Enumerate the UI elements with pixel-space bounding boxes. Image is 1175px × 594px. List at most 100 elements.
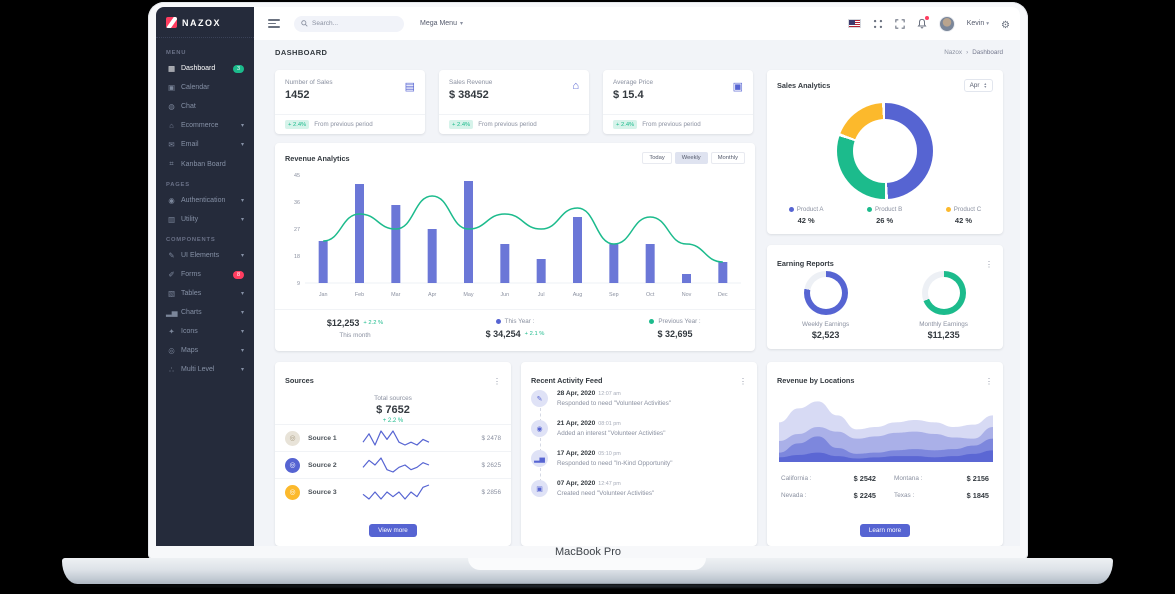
sidebar-item[interactable]: ⌂ Ecommerce ▾ [156,116,254,135]
legend-item: Product A 42 % [789,206,824,225]
sidebar-item-label: Kanban Board [181,161,244,168]
stat-value: $ 15.4 [613,89,743,101]
mini-cards: Number of Sales 1452 ▤ + 2.4% From previ… [275,70,753,134]
svg-text:Jun: Jun [500,292,509,298]
range-tab[interactable]: Today [642,152,671,164]
earning-value: $11,235 [919,330,968,340]
source-2-icon: ◎ [285,458,300,473]
source-name: Source 3 [308,489,360,496]
sidebar-item-label: Forms [181,271,233,278]
sidebar-item[interactable]: COMPONENTS [156,229,254,246]
source-row[interactable]: ◎ Source 3 $ 2856 [275,478,511,505]
source-row[interactable]: ◎ Source 1 $ 2478 [275,424,511,451]
macbook-mockup: NAZOX MENU ▦ Dashboard [0,0,1175,594]
location-stat: Montana : $ 2156 [894,474,989,483]
earning-gauges: Weekly Earnings $2,523 Monthly Earnings … [767,271,1003,340]
total-sources-label: Total sources [275,395,511,402]
location-stat: California : $ 2542 [781,474,876,483]
kebab-menu-icon[interactable] [985,371,993,389]
location-value: $ 2542 [854,474,876,483]
email-icon: ✉ [166,140,177,149]
briefcase-icon: ▣ [531,480,548,497]
sidebar-item[interactable]: ✐ Forms 8 [156,265,254,284]
sidebar-item[interactable]: ∴ Multi Level ▾ [156,360,254,379]
prev-year-dot [649,319,654,324]
fullscreen-icon[interactable] [895,19,905,29]
activity-text: Responded to need "In-Kind Opportunity" [557,460,749,467]
breadcrumb-root[interactable]: Nazox [944,49,962,56]
sidebar-item[interactable]: ◉ Authentication ▾ [156,191,254,210]
range-tab[interactable]: Monthly [711,152,745,164]
gear-icon[interactable] [1001,15,1010,33]
legend-label: Product B [875,206,902,213]
card-title: Sales Analytics [777,81,830,90]
revenue-stats: $12,253 + 2.2 % This month This Year : $… [275,309,755,351]
sidebar-item[interactable]: ▦ Dashboard 3 [156,59,254,78]
donut-legend: Product A 42 % Product B 26 % [767,206,1003,225]
main-content: DASHBOARD Nazox › Dashboard Number of Sa… [254,40,1020,546]
view-more-button[interactable]: View more [369,524,417,537]
earning-value: $2,523 [802,330,849,340]
this-year-dot [496,319,501,324]
sidebar-item[interactable]: MENU [156,42,254,59]
range-tab[interactable]: Weekly [675,152,708,164]
sidebar-item[interactable]: ✦ Icons ▾ [156,322,254,341]
multi-level-icon: ∴ [166,365,177,374]
macbook-notch [468,558,706,570]
learn-more-button[interactable]: Learn more [860,524,910,537]
stat-value: $ 38452 [449,89,579,101]
this-year-value: $ 34,254 [486,329,521,339]
sidebar-item[interactable]: ⌗ Kanban Board [156,154,254,174]
kebab-menu-icon[interactable] [493,371,501,389]
ui-elements-icon: ✎ [166,251,177,260]
stat-value: 1452 [285,89,415,101]
dashboard-app: NAZOX MENU ▦ Dashboard [156,7,1020,546]
kebab-menu-icon[interactable] [739,371,747,389]
hamburger-menu-icon[interactable] [268,19,280,28]
sidebar-item-label: Ecommerce [181,122,241,129]
activity-time: 12:07 am [598,391,620,397]
language-flag-icon[interactable] [848,19,861,28]
stack-icon: ▤ [405,80,415,93]
sidebar-item[interactable]: ◎ Maps ▾ [156,341,254,360]
source-row[interactable]: ◎ Source 2 $ 2625 [275,451,511,478]
earning-label: Monthly Earnings [919,321,968,328]
chevron-down-icon: ▾ [241,328,244,335]
sidebar-item[interactable]: ▣ Calendar [156,78,254,97]
sidebar-item-label: Tables [181,290,241,297]
sidebar-item[interactable]: ▧ Tables ▾ [156,284,254,303]
sidebar-item[interactable]: ▂▅ Charts ▾ [156,303,254,322]
notifications-bell-icon[interactable] [917,18,927,29]
stat-title: Sales Revenue [449,79,579,86]
period-select[interactable]: Apr ▲▼ [964,79,993,92]
stat-delta-badge: + 2.4% [449,120,473,129]
logo[interactable]: NAZOX [156,7,254,38]
sidebar-item[interactable]: ◍ Chat [156,97,254,116]
search-box[interactable] [294,16,404,32]
authentication-icon: ◉ [166,196,177,205]
sidebar-item[interactable]: ✎ UI Elements ▾ [156,246,254,265]
mega-menu-button[interactable]: Mega Menu [420,20,463,27]
chat-icon: ◍ [166,102,177,111]
avatar[interactable] [939,16,955,32]
sidebar-item[interactable]: ▥ Utility ▾ [156,210,254,229]
apps-grid-icon[interactable] [873,19,883,29]
earning-label: Weekly Earnings [802,321,849,328]
logo-text: NAZOX [182,18,221,28]
source-name: Source 1 [308,435,360,442]
sidebar-item[interactable]: PAGES [156,174,254,191]
activity-date: 17 Apr, 2020 [557,450,595,457]
sidebar-item[interactable]: ✉ Email ▾ [156,135,254,154]
user-menu[interactable]: Kevin [967,20,989,27]
earning-reports-card: Earning Reports Weekly Earnings $2,523 [767,245,1003,349]
source-value: $ 2478 [481,435,501,442]
charts-icon: ▂▅ [166,308,177,317]
source-sparkline-chart [360,482,432,502]
search-input[interactable] [312,20,392,27]
location-value: $ 2156 [967,474,989,483]
kebab-menu-icon[interactable] [985,254,993,272]
activity-time: 12:47 pm [598,481,620,487]
revenue-locations-card: Revenue by Locations California : $ 2542 [767,362,1003,546]
chevron-down-icon: ▾ [241,216,244,223]
stat-caption: From previous period [642,121,700,128]
